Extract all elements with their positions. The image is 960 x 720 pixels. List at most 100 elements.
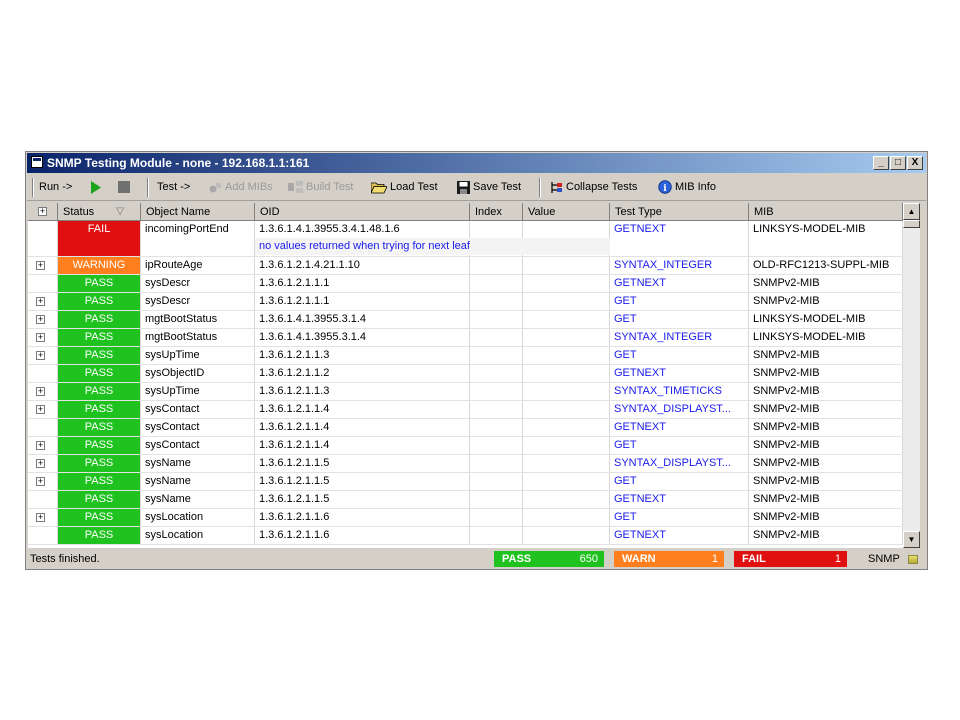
type-cell: GETNEXT: [610, 419, 749, 436]
type-cell: GET: [610, 437, 749, 454]
expand-cell: +: [28, 401, 58, 418]
plus-box-icon[interactable]: +: [36, 333, 45, 342]
protocol-label: SNMP: [868, 553, 900, 565]
table-row[interactable]: + PASS sysContact 1.3.6.1.2.1.1.4 GET SNMPv2-…: [28, 437, 903, 455]
table-row[interactable]: FAIL incomingPortEnd 1.3.6.1.4.1.3955.3.4.…: [28, 221, 903, 257]
type-cell: SYNTAX_DISPLAYST...: [610, 401, 749, 418]
value-cell: [523, 275, 610, 292]
title-bar[interactable]: SNMP Testing Module - none - 192.168.1.1…: [27, 153, 926, 173]
mib-cell: SNMPv2-MIB: [749, 401, 903, 418]
oid-cell: 1.3.6.1.2.1.1.4: [255, 437, 470, 454]
status-cell: PASS: [58, 437, 141, 454]
table-row[interactable]: + PASS sysDescr 1.3.6.1.2.1.1.1 GET SNMPv2-MI…: [28, 293, 903, 311]
plus-box-icon: +: [38, 206, 47, 216]
name-cell: sysDescr: [141, 293, 255, 310]
mib-info-button[interactable]: i MIB Info: [658, 175, 716, 200]
oid-cell: 1.3.6.1.2.1.1.1: [255, 293, 470, 310]
type-cell: SYNTAX_INTEGER: [610, 329, 749, 346]
column-header-oid[interactable]: OID: [255, 203, 470, 221]
pass-label: PASS: [502, 553, 532, 565]
plus-box-icon[interactable]: +: [36, 513, 45, 522]
table-row[interactable]: + PASS sysName 1.3.6.1.2.1.1.5 GET SNMPv2-MIB: [28, 473, 903, 491]
expand-cell: +: [28, 293, 58, 310]
save-test-button[interactable]: Save Test: [457, 175, 521, 200]
type-cell: GETNEXT: [610, 527, 749, 544]
collapse-tests-button[interactable]: Collapse Tests: [550, 175, 637, 200]
plus-box-icon[interactable]: +: [36, 261, 45, 270]
test-button[interactable]: Test ->: [157, 175, 190, 200]
expand-cell: +: [28, 311, 58, 328]
warn-count-panel: WARN 1: [614, 551, 724, 567]
value-cell: [523, 257, 610, 274]
table-row[interactable]: PASS sysLocation 1.3.6.1.2.1.1.6 GETNEXT SNM…: [28, 527, 903, 545]
column-header-object-name[interactable]: Object Name: [141, 203, 255, 221]
oid-cell: 1.3.6.1.2.1.1.6: [255, 509, 470, 526]
toolbar-separator: [32, 178, 34, 197]
status-cell: PASS: [58, 527, 141, 544]
column-header-status[interactable]: Status ▽: [58, 203, 141, 221]
plus-box-icon[interactable]: +: [36, 477, 45, 486]
status-cell: PASS: [58, 491, 141, 508]
column-header-test-type[interactable]: Test Type: [610, 203, 749, 221]
table-row[interactable]: + PASS sysUpTime 1.3.6.1.2.1.1.3 SYNTAX_TIME…: [28, 383, 903, 401]
plus-box-icon[interactable]: +: [36, 405, 45, 414]
value-cell: [523, 491, 610, 508]
table-row[interactable]: + PASS sysLocation 1.3.6.1.2.1.1.6 GET SNMPv2…: [28, 509, 903, 527]
build-test-button[interactable]: Build Test: [288, 175, 354, 200]
table-row[interactable]: + WARNING ipRouteAge 1.3.6.1.2.1.4.21.1.10 S…: [28, 257, 903, 275]
type-cell: SYNTAX_TIMETICKS: [610, 383, 749, 400]
stop-button[interactable]: [118, 175, 133, 200]
name-cell: sysContact: [141, 419, 255, 436]
name-cell: sysUpTime: [141, 383, 255, 400]
expand-cell: [28, 275, 58, 292]
table-row[interactable]: + PASS mgtBootStatus 1.3.6.1.4.1.3955.3.1.4…: [28, 311, 903, 329]
table-row[interactable]: PASS sysContact 1.3.6.1.2.1.1.4 GETNEXT SNMP…: [28, 419, 903, 437]
mib-cell: SNMPv2-MIB: [749, 293, 903, 310]
column-header-index[interactable]: Index: [470, 203, 523, 221]
table-row[interactable]: PASS sysDescr 1.3.6.1.2.1.1.1 GETNEXT SNMPv2…: [28, 275, 903, 293]
plus-box-icon[interactable]: +: [36, 441, 45, 450]
minimize-button[interactable]: _: [873, 156, 889, 170]
close-button[interactable]: X: [907, 156, 923, 170]
column-header-value[interactable]: Value: [523, 203, 610, 221]
fail-label: FAIL: [742, 553, 766, 565]
vertical-scrollbar[interactable]: ▲ ▼: [903, 203, 920, 548]
expand-all-header[interactable]: +: [28, 203, 58, 221]
name-cell: ipRouteAge: [141, 257, 255, 274]
plus-box-icon[interactable]: +: [36, 459, 45, 468]
load-test-button[interactable]: Load Test: [371, 175, 438, 200]
pass-count: 650: [579, 553, 598, 565]
table-row[interactable]: PASS sysObjectID 1.3.6.1.2.1.1.2 GETNEXT SNM…: [28, 365, 903, 383]
play-button[interactable]: [90, 175, 104, 200]
value-cell: [523, 473, 610, 490]
expand-cell: +: [28, 509, 58, 526]
table-row[interactable]: + PASS sysUpTime 1.3.6.1.2.1.1.3 GET SNMPv2-M…: [28, 347, 903, 365]
expand-cell: [28, 419, 58, 436]
table-row[interactable]: PASS sysName 1.3.6.1.2.1.1.5 GETNEXT SNMPv2-…: [28, 491, 903, 509]
status-cell: PASS: [58, 509, 141, 526]
add-mibs-button[interactable]: Add MIBs: [209, 175, 273, 200]
table-row[interactable]: + PASS sysName 1.3.6.1.2.1.1.5 SYNTAX_DISPLA…: [28, 455, 903, 473]
plus-box-icon[interactable]: +: [36, 315, 45, 324]
index-cell: [470, 527, 523, 544]
maximize-button[interactable]: □: [890, 156, 906, 170]
scroll-thumb[interactable]: [903, 220, 920, 228]
toolbar-separator: [147, 178, 149, 197]
plus-box-icon[interactable]: +: [36, 297, 45, 306]
plus-box-icon[interactable]: +: [36, 387, 45, 396]
type-cell: GETNEXT: [610, 365, 749, 382]
type-cell: GETNEXT: [610, 491, 749, 508]
expand-cell: +: [28, 383, 58, 400]
table-row[interactable]: + PASS sysContact 1.3.6.1.2.1.1.4 SYNTAX_DIS…: [28, 401, 903, 419]
scroll-down-button[interactable]: ▼: [903, 531, 920, 548]
run-button[interactable]: Run ->: [39, 175, 72, 200]
scroll-up-button[interactable]: ▲: [903, 203, 920, 220]
window-title: SNMP Testing Module - none - 192.168.1.1…: [47, 156, 310, 170]
value-cell: [523, 437, 610, 454]
column-header-mib[interactable]: MIB: [749, 203, 903, 221]
column-header-label: Status: [63, 206, 95, 218]
value-cell: [523, 401, 610, 418]
table-row[interactable]: + PASS mgtBootStatus 1.3.6.1.4.1.3955.3.1.4…: [28, 329, 903, 347]
plus-box-icon[interactable]: +: [36, 351, 45, 360]
index-cell: [470, 293, 523, 310]
